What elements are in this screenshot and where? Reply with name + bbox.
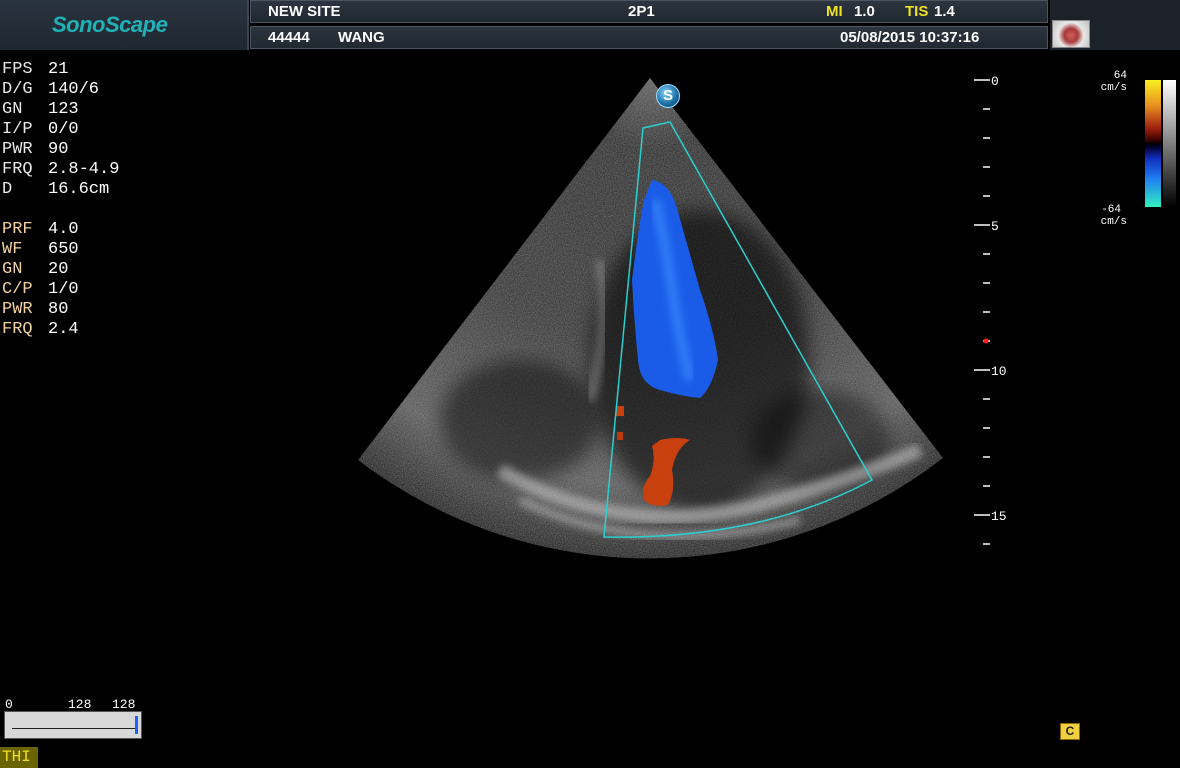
cine-icon[interactable]: C — [1060, 723, 1080, 740]
thi-mode-indicator: THI — [0, 747, 38, 768]
color-bar-bottom-unit: cm/s — [1100, 216, 1127, 228]
gray-map-slider[interactable] — [4, 711, 142, 739]
focus-marker-icon — [983, 338, 989, 344]
depth-label: 5 — [991, 219, 999, 234]
depth-label: 15 — [991, 509, 1007, 524]
color-bar-top-unit: cm/s — [1100, 82, 1127, 94]
depth-scale: 0 5 10 15 — [974, 74, 1007, 545]
grayscale-bar — [1163, 80, 1176, 207]
gray-map-track — [12, 728, 136, 729]
gain-min-label: 0 — [5, 697, 13, 712]
gain-mid-label: 128 — [68, 697, 92, 712]
color-bar-top-value: 64 — [1113, 70, 1127, 82]
color-bar-bottom-value: -64 — [1101, 204, 1121, 216]
gain-max-label: 128 — [112, 697, 136, 712]
color-velocity-bar — [1145, 80, 1161, 207]
gray-map-handle[interactable] — [135, 716, 138, 734]
depth-label: 10 — [991, 364, 1007, 379]
depth-label: 0 — [991, 74, 999, 89]
